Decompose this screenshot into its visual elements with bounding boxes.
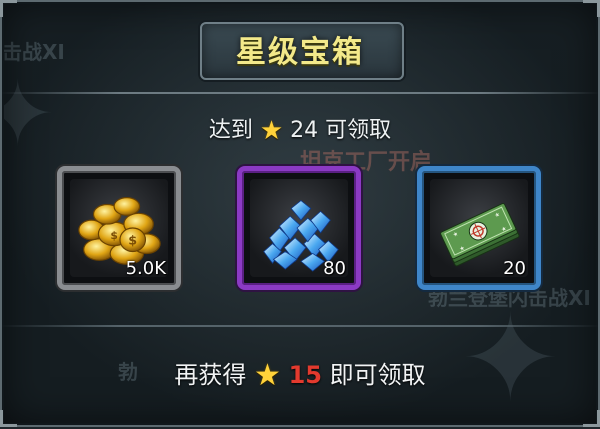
remaining-stars: 15: [288, 361, 322, 389]
frame-corner: [583, 0, 600, 17]
frame-corner: [0, 410, 17, 427]
remaining-stars-text: 再获得 ★ 15 即可领取: [0, 355, 600, 393]
star-requirement: 达到 ★ 24 可领取: [0, 112, 600, 146]
frame-corner: [0, 0, 17, 17]
divider: [0, 325, 600, 327]
dialog-title: 星级宝箱: [236, 35, 364, 70]
star-icon: ★: [259, 116, 284, 146]
divider: [0, 92, 600, 94]
requirement-stars: 24: [290, 118, 319, 143]
svg-text:$: $: [110, 229, 118, 242]
reward-slot-gold[interactable]: $ $ 5.0K: [57, 166, 181, 290]
reward-slot-diamonds[interactable]: 80: [237, 166, 361, 290]
reward-slot-banknotes[interactable]: ★ ★ ★ ★ 20: [417, 166, 541, 290]
reward-amount: 20: [503, 258, 526, 279]
remaining-suffix: 即可领取: [329, 361, 426, 389]
frame-corner: [583, 410, 600, 427]
remaining-prefix: 再获得: [174, 361, 247, 389]
requirement-suffix: 可领取: [325, 118, 392, 143]
reward-amount: 5.0K: [125, 258, 166, 279]
reward-amount: 80: [323, 258, 346, 279]
star-icon: ★: [254, 358, 281, 393]
requirement-prefix: 达到: [208, 118, 253, 143]
svg-text:$: $: [128, 234, 137, 249]
